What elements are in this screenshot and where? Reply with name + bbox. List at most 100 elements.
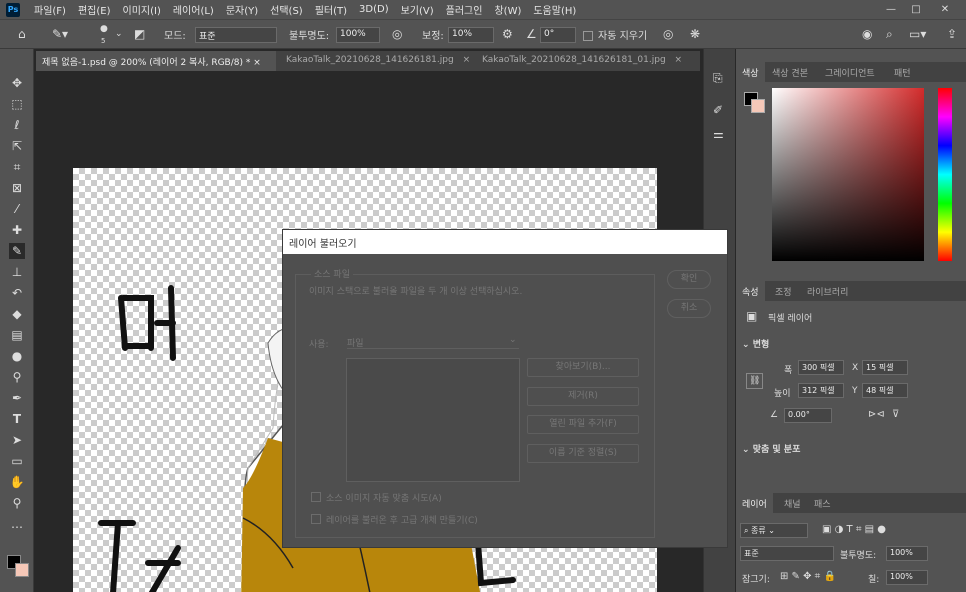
hand-tool-icon[interactable]: ✋ bbox=[9, 474, 25, 490]
tab-libraries[interactable]: 라이브러리 bbox=[801, 281, 854, 301]
blur-tool-icon[interactable]: ● bbox=[9, 348, 25, 364]
fill-field[interactable]: 100% bbox=[886, 570, 928, 585]
type-tool-icon[interactable]: T bbox=[9, 411, 25, 427]
gear-icon[interactable]: ⚙ bbox=[502, 27, 513, 41]
opacity-field[interactable]: 100% bbox=[336, 27, 380, 43]
auto-erase-checkbox[interactable] bbox=[583, 31, 593, 41]
close-icon[interactable]: × bbox=[675, 55, 683, 65]
layer-opacity-field[interactable]: 100% bbox=[886, 546, 928, 561]
color-field[interactable] bbox=[772, 88, 924, 261]
gradient-tool-icon[interactable]: ▤ bbox=[9, 327, 25, 343]
tab-document-3[interactable]: KakaoTalk_20210628_141626181_01.jpg × bbox=[476, 51, 686, 71]
brush-size-icon[interactable]: ● bbox=[100, 22, 108, 36]
browse-button[interactable]: 찾아보기(B)... bbox=[527, 358, 639, 377]
tab-layers[interactable]: 레이어 bbox=[736, 493, 773, 513]
width-field[interactable]: 300 픽셀 bbox=[798, 360, 844, 375]
use-select[interactable]: 파일 bbox=[347, 333, 519, 349]
marquee-tool-icon[interactable]: ⬚ bbox=[9, 96, 25, 112]
menu-type[interactable]: 문자(Y) bbox=[220, 2, 264, 17]
maximize-icon[interactable]: □ bbox=[905, 0, 927, 19]
brush-settings-icon[interactable]: ✐ bbox=[713, 103, 723, 117]
ok-button[interactable]: 확인 bbox=[667, 270, 711, 289]
menu-view[interactable]: 보기(V) bbox=[395, 2, 440, 17]
tab-adjustments[interactable]: 조정 bbox=[769, 281, 798, 301]
lasso-tool-icon[interactable]: ℓ bbox=[9, 117, 25, 133]
tab-gradients[interactable]: 그레이디언트 bbox=[819, 62, 881, 82]
history-panel-icon[interactable]: ⎘ bbox=[713, 71, 723, 85]
sort-by-name-button[interactable]: 이름 기준 정렬(S) bbox=[527, 444, 639, 463]
minimize-icon[interactable]: — bbox=[880, 0, 902, 19]
angle-field[interactable]: 0° bbox=[540, 27, 576, 43]
rectangle-tool-icon[interactable]: ▭ bbox=[9, 453, 25, 469]
quick-select-tool-icon[interactable]: ⇱ bbox=[9, 138, 25, 154]
pencil-tool-preset-icon[interactable]: ✎▾ bbox=[52, 27, 68, 41]
blend-mode-select[interactable]: 표준 bbox=[740, 546, 834, 561]
menu-image[interactable]: 이미지(I) bbox=[117, 2, 167, 17]
transform-section[interactable]: ⌄ 변형 bbox=[742, 337, 769, 350]
hue-slider[interactable] bbox=[938, 88, 952, 261]
close-icon[interactable]: × bbox=[463, 55, 471, 65]
add-open-files-button[interactable]: 열린 파일 추가(F) bbox=[527, 415, 639, 434]
menu-help[interactable]: 도움말(H) bbox=[527, 2, 582, 17]
menu-file[interactable]: 파일(F) bbox=[28, 2, 72, 17]
history-brush-icon[interactable]: ↶ bbox=[9, 285, 25, 301]
link-icon[interactable]: ⛓ bbox=[746, 373, 764, 389]
x-field[interactable]: 15 픽셀 bbox=[862, 360, 908, 375]
remove-button[interactable]: 제거(R) bbox=[527, 387, 639, 406]
filter-pixel-icon[interactable]: ▣ ◑ T ⌗ ▤ ● bbox=[822, 523, 886, 537]
eyedropper-tool-icon[interactable]: ⁄ bbox=[9, 201, 25, 217]
smart-object-checkbox[interactable] bbox=[311, 514, 321, 524]
path-select-icon[interactable]: ➤ bbox=[9, 432, 25, 448]
eraser-tool-icon[interactable]: ◆ bbox=[9, 306, 25, 322]
background-color-swatch[interactable] bbox=[15, 563, 29, 577]
menu-3d[interactable]: 3D(D) bbox=[353, 4, 395, 15]
smoothing-field[interactable]: 10% bbox=[448, 27, 494, 43]
menu-plugins[interactable]: 플러그인 bbox=[440, 2, 489, 17]
tab-swatches[interactable]: 색상 견본 bbox=[766, 62, 814, 82]
pressure-opacity-icon[interactable]: ◎ bbox=[392, 27, 402, 41]
workspace-icon[interactable]: ▭▾ bbox=[909, 27, 926, 41]
move-tool-icon[interactable]: ✥ bbox=[9, 75, 25, 91]
mode-select[interactable]: 표준 bbox=[195, 27, 277, 43]
menu-select[interactable]: 선택(S) bbox=[264, 2, 309, 17]
frame-tool-icon[interactable]: ⊠ bbox=[9, 180, 25, 196]
tab-paths[interactable]: 패스 bbox=[808, 493, 837, 513]
zoom-tool-icon[interactable]: ⚲ bbox=[9, 495, 25, 511]
file-list[interactable] bbox=[346, 358, 520, 482]
tab-document-1[interactable]: 제목 없음-1.psd @ 200% (레이어 2 복사, RGB/8) * × bbox=[36, 51, 276, 71]
dodge-tool-icon[interactable]: ⚲ bbox=[9, 369, 25, 385]
cancel-button[interactable]: 취소 bbox=[667, 299, 711, 318]
menu-filter[interactable]: 필터(T) bbox=[309, 2, 353, 17]
flip-vertical-icon[interactable]: ⊽ bbox=[892, 408, 899, 422]
menu-layer[interactable]: 레이어(L) bbox=[167, 2, 220, 17]
share-icon[interactable]: ◉ bbox=[862, 27, 872, 41]
lock-icons[interactable]: ⊞ ✎ ✥ ⌗ 🔒 bbox=[780, 570, 836, 584]
pen-tool-icon[interactable]: ✒ bbox=[9, 390, 25, 406]
tab-color[interactable]: 색상 bbox=[736, 62, 765, 82]
healing-brush-icon[interactable]: ✚ bbox=[9, 222, 25, 238]
auto-align-checkbox[interactable] bbox=[311, 492, 321, 502]
pencil-tool-icon[interactable]: ✎ bbox=[9, 243, 25, 259]
close-icon[interactable]: × bbox=[253, 58, 261, 68]
rotation-field[interactable]: 0.00° bbox=[784, 408, 832, 423]
height-field[interactable]: 312 픽셀 bbox=[798, 383, 844, 398]
layer-filter-select[interactable]: ⌕ 종류 ⌄ bbox=[740, 523, 808, 538]
menu-edit[interactable]: 편집(E) bbox=[72, 2, 117, 17]
home-icon[interactable]: ⌂ bbox=[18, 27, 26, 41]
flip-horizontal-icon[interactable]: ⊳⊲ bbox=[868, 408, 885, 422]
crop-tool-icon[interactable]: ⌗ bbox=[9, 159, 25, 175]
tab-properties[interactable]: 속성 bbox=[736, 281, 765, 301]
pressure-size-icon[interactable]: ◎ bbox=[663, 27, 673, 41]
chevron-down-icon[interactable]: ⌄ bbox=[115, 27, 123, 41]
cloud-icon[interactable]: ⇪ bbox=[947, 27, 957, 41]
search-icon[interactable]: ⌕ bbox=[886, 27, 893, 41]
symmetry-icon[interactable]: ❋ bbox=[690, 27, 700, 41]
more-tools-icon[interactable]: … bbox=[9, 516, 25, 532]
close-icon[interactable]: ✕ bbox=[934, 0, 956, 19]
y-field[interactable]: 48 픽셀 bbox=[862, 383, 908, 398]
clone-stamp-icon[interactable]: ⊥ bbox=[9, 264, 25, 280]
menu-window[interactable]: 창(W) bbox=[488, 2, 527, 17]
brush-panel-icon[interactable]: ◩ bbox=[134, 27, 145, 41]
tab-patterns[interactable]: 패턴 bbox=[888, 62, 917, 82]
background-color-swatch[interactable] bbox=[751, 99, 765, 113]
